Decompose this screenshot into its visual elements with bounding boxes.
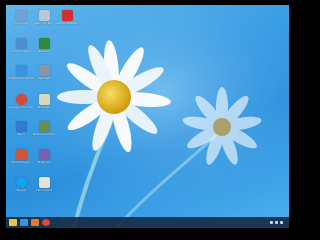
settings-icon xyxy=(38,65,50,76)
media-player-icon xyxy=(15,149,27,160)
browser-taskbar-icon[interactable] xyxy=(20,219,28,226)
pdf-icon xyxy=(61,10,73,21)
tray-arrow-icon[interactable] xyxy=(270,221,273,224)
file-explorer-icon[interactable] xyxy=(9,219,17,226)
network-tray-icon[interactable] xyxy=(275,221,278,224)
skype-icon xyxy=(15,177,27,188)
desktop-icon-adobe-reader[interactable]: Adobe Reader xyxy=(56,10,78,36)
desktop-icon-wifi[interactable]: Wi-Fi xyxy=(10,121,32,147)
system-tray xyxy=(268,221,289,224)
media-taskbar-icon[interactable] xyxy=(31,219,39,226)
computer-icon xyxy=(15,10,27,21)
desktop-icon-media-player[interactable]: Media Player xyxy=(10,149,32,175)
desktop-icon-chrome[interactable]: Google Chrome xyxy=(9,94,33,120)
volume-tray-icon[interactable] xyxy=(280,221,283,224)
desktop-icon-computer[interactable]: Computer xyxy=(10,10,32,36)
desktop-icon-internet-explorer[interactable]: Internet Explorer xyxy=(8,65,34,91)
chrome-icon xyxy=(15,94,27,105)
program-icon xyxy=(38,149,50,160)
desktop-icon-control-panel[interactable]: Control Panel xyxy=(10,38,32,64)
wifi-icon xyxy=(15,121,27,132)
taskbar xyxy=(6,217,289,228)
document-icon xyxy=(38,177,50,188)
network-icon xyxy=(38,38,50,49)
desktop-icon-skype[interactable]: Skype xyxy=(10,177,32,203)
desktop-screen: Computer Recycle Bin Adobe Reader Contro… xyxy=(6,5,289,228)
notepad-icon xyxy=(38,94,50,105)
desktop-icon-network[interactable]: Network xyxy=(33,38,55,64)
desktop-icon-recycle-bin[interactable]: Recycle Bin xyxy=(33,10,55,36)
desktop-icon-program[interactable]: Program xyxy=(33,149,55,175)
browser-icon xyxy=(15,65,27,76)
desktop-icon-network-share[interactable]: Network Share xyxy=(33,121,55,147)
control-panel-icon xyxy=(15,38,27,49)
recycle-bin-icon xyxy=(38,10,50,21)
network-share-icon xyxy=(38,121,50,132)
desktop-icon-document[interactable]: Document xyxy=(33,177,55,203)
desktop-icon-settings[interactable]: Settings xyxy=(33,65,55,91)
chrome-taskbar-icon[interactable] xyxy=(42,219,50,226)
desktop-icon-notepad[interactable]: Notepad xyxy=(33,94,55,120)
